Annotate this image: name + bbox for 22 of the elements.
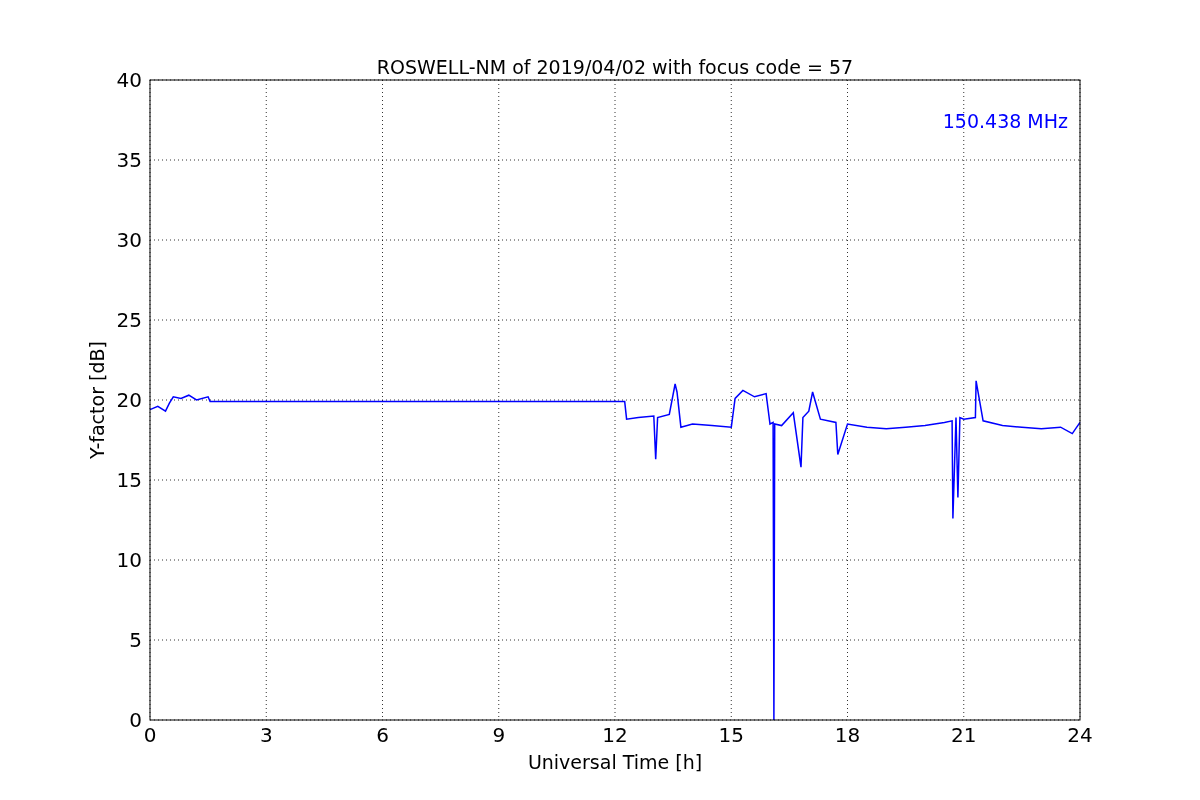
y-tick-label: 25 bbox=[116, 308, 142, 332]
x-tick-label: 24 bbox=[1067, 723, 1093, 747]
series-label: 150.438 MHz bbox=[942, 110, 1068, 132]
y-axis-label: Y-factor [dB] bbox=[86, 341, 108, 459]
x-axis-label: Universal Time [h] bbox=[527, 751, 703, 773]
y-tick-label: 5 bbox=[129, 628, 142, 652]
x-tick-label: 6 bbox=[376, 723, 389, 747]
x-tick-label: 18 bbox=[834, 723, 861, 747]
y-tick-label: 30 bbox=[116, 228, 142, 252]
x-tick-label: 0 bbox=[143, 723, 157, 747]
y-tick-label: 0 bbox=[129, 708, 142, 732]
y-tick-label: 20 bbox=[116, 388, 142, 412]
y-tick-label: 10 bbox=[116, 548, 142, 572]
y-tick-label: 40 bbox=[116, 68, 142, 92]
x-tick-label: 3 bbox=[259, 723, 273, 747]
x-tick-label: 15 bbox=[718, 723, 744, 747]
x-tick-label: 9 bbox=[492, 723, 506, 747]
y-tick-label: 15 bbox=[116, 468, 142, 492]
y-tick-label: 35 bbox=[116, 148, 142, 172]
x-tick-label: 12 bbox=[602, 723, 628, 747]
chart-title: ROSWELL-NM of 2019/04/02 with focus code = 57 bbox=[376, 56, 854, 78]
x-tick-label: 21 bbox=[951, 723, 977, 747]
